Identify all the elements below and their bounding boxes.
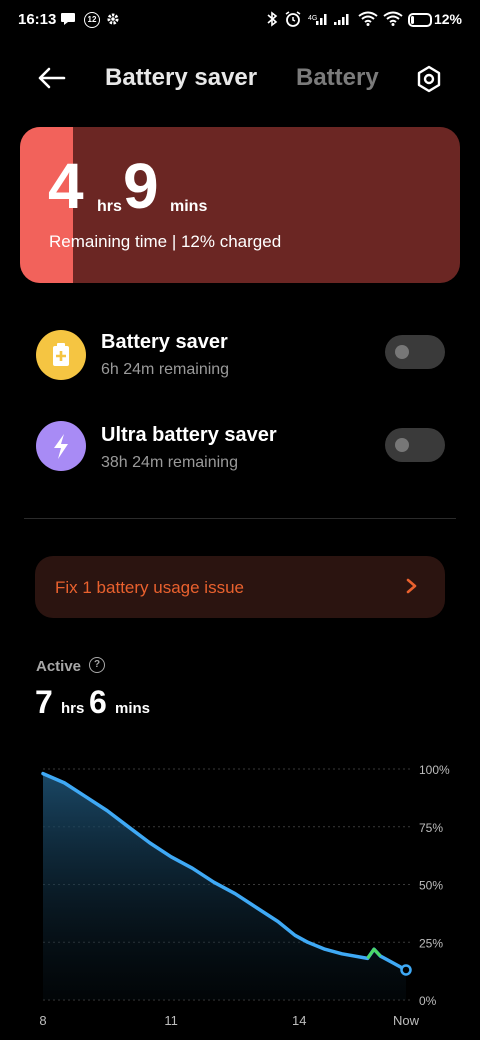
battery-saver-subtitle: 6h 24m remaining: [101, 361, 230, 378]
chart-y-tick-label: 0%: [419, 994, 437, 1008]
chevron-right-icon: [406, 578, 417, 594]
chart-x-tick-label: Now: [393, 1013, 420, 1028]
arrow-left-icon[interactable]: [36, 62, 68, 94]
active-hours: 7: [35, 684, 53, 720]
chart-now-point: [400, 964, 412, 976]
wifi-icon: [358, 11, 378, 26]
battery-saver-toggle[interactable]: [385, 335, 445, 369]
page-title: Battery saver: [105, 64, 258, 91]
fix-issue-text: Fix 1 battery usage issue: [55, 578, 244, 597]
remaining-subtitle: Remaining time | 12% charged: [49, 232, 282, 251]
signal-icon: [334, 14, 349, 25]
ultra-battery-saver-title: Ultra battery saver: [101, 424, 277, 446]
gear-icon: [107, 13, 119, 25]
active-mins: 6: [89, 684, 107, 720]
active-label: Active: [36, 658, 82, 675]
remaining-mins: 9: [123, 150, 159, 222]
battery-level-chart: 100% 75% 50% 25% 0% 8 11 14 Now: [39, 763, 450, 1028]
settings-icon[interactable]: [414, 64, 444, 94]
chart-y-tick-label: 75%: [419, 821, 443, 835]
bluetooth-icon: [267, 11, 278, 27]
ultra-battery-saver-toggle[interactable]: [385, 428, 445, 462]
remaining-hours: 4: [48, 150, 84, 222]
chart-x-tick-label: 8: [39, 1013, 46, 1028]
chart-y-tick-label: 100%: [419, 763, 450, 777]
ultra-battery-saver-subtitle: 38h 24m remaining: [101, 454, 238, 471]
battery-plus-icon: [36, 330, 86, 380]
message-icon: [61, 13, 75, 25]
svg-text:4G: 4G: [308, 15, 317, 22]
ultra-battery-saver-row[interactable]: Ultra battery saver 38h 24m remaining: [0, 418, 480, 478]
divider: [24, 518, 456, 519]
help-icon[interactable]: ?: [89, 657, 105, 673]
battery-icon: [408, 13, 432, 27]
status-battery-percent: 12%: [433, 11, 462, 27]
tab-battery[interactable]: Battery: [296, 64, 379, 92]
remaining-mins-unit: mins: [170, 198, 208, 215]
alarm-icon: [285, 11, 301, 27]
chart-y-tick-label: 50%: [419, 879, 443, 893]
chart-x-tick-label: 14: [292, 1013, 306, 1028]
battery-remaining-card: 4 hrs 9 mins Remaining time | 12% charge…: [20, 127, 460, 283]
status-time: 16:13: [18, 11, 57, 28]
signal-icon: 4G: [308, 14, 327, 25]
active-hours-unit: hrs: [61, 700, 85, 717]
status-bar: 16:13 12 4G 12%: [0, 0, 480, 40]
active-mins-unit: mins: [115, 700, 151, 717]
chart-x-tick-label: 11: [164, 1013, 178, 1028]
battery-saver-row[interactable]: Battery saver 6h 24m remaining: [0, 325, 480, 385]
lightning-icon: [36, 421, 86, 471]
remaining-hours-unit: hrs: [97, 198, 122, 215]
badge-12-icon: 12: [84, 12, 100, 28]
chart-y-tick-label: 25%: [419, 936, 443, 950]
fix-issue-banner[interactable]: Fix 1 battery usage issue: [35, 556, 445, 618]
battery-saver-title: Battery saver: [101, 331, 228, 353]
wifi-icon: [383, 11, 403, 26]
